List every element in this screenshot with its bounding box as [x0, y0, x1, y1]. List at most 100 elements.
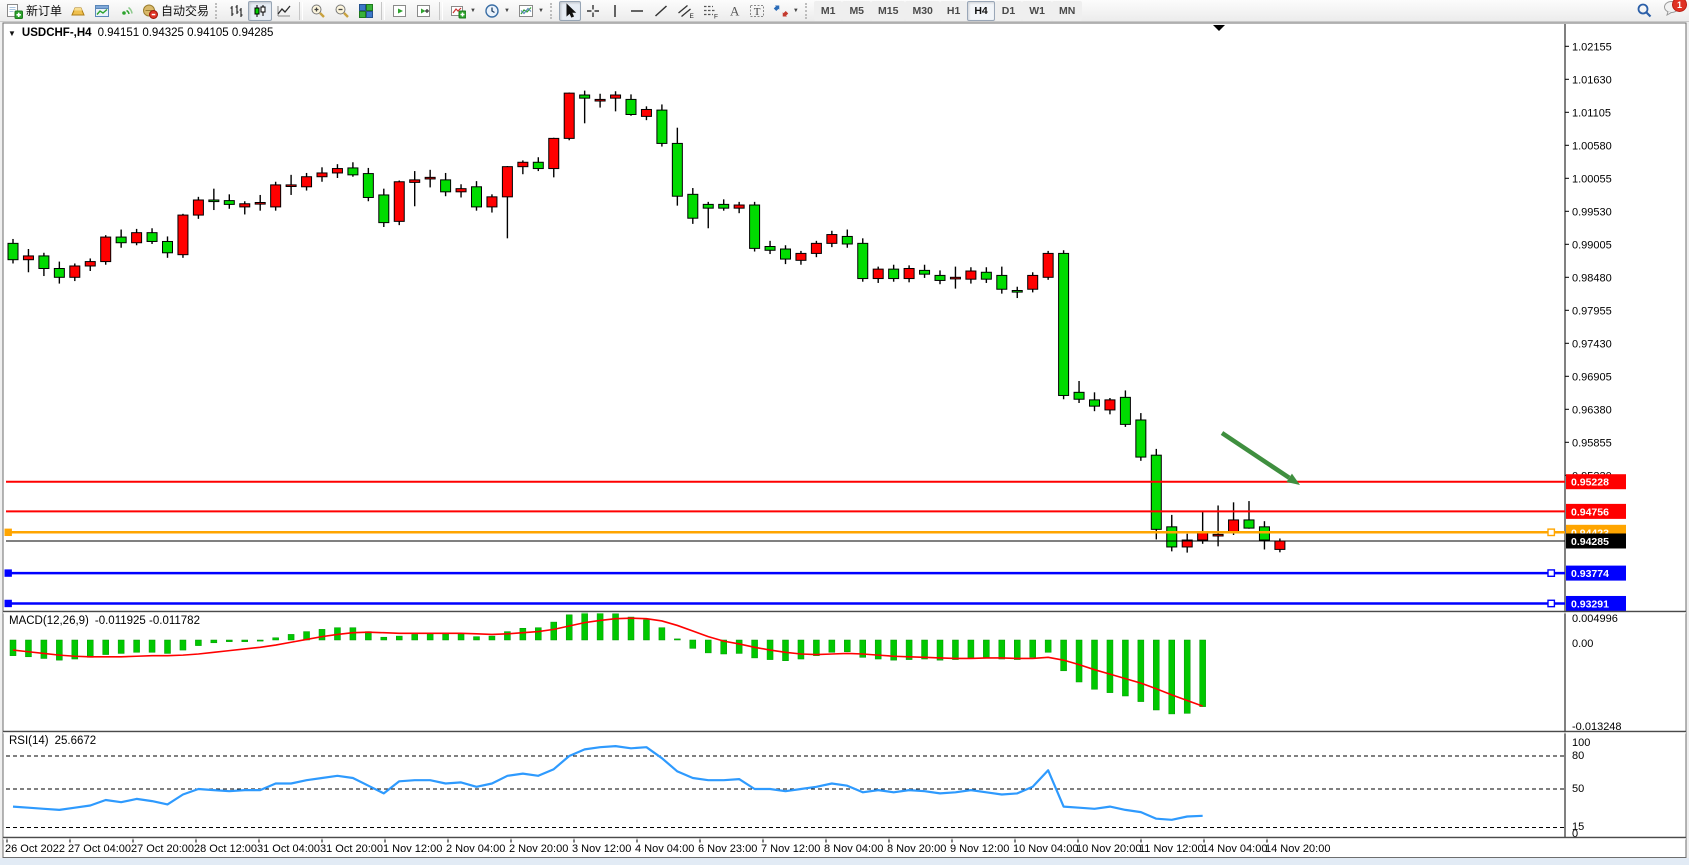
- svg-text:0.99530: 0.99530: [1572, 206, 1612, 218]
- bar-chart-button[interactable]: [224, 1, 248, 21]
- candle: [626, 99, 636, 114]
- candle: [1043, 253, 1053, 277]
- arrows-caret-icon[interactable]: ▼: [793, 8, 799, 14]
- equidistant-channel-button[interactable]: E: [673, 1, 698, 21]
- gold-button[interactable]: [66, 1, 90, 21]
- svg-text:0.93774: 0.93774: [1571, 568, 1609, 580]
- candle: [672, 143, 682, 196]
- timeframe-D1[interactable]: D1: [995, 1, 1022, 21]
- candle: [595, 99, 605, 101]
- timeframe-MN[interactable]: MN: [1052, 1, 1082, 21]
- templates-button[interactable]: ▼: [514, 1, 548, 21]
- timeframe-W1[interactable]: W1: [1022, 1, 1052, 21]
- open-chart-button[interactable]: [90, 1, 114, 21]
- candle: [765, 246, 775, 250]
- candle: [224, 201, 234, 205]
- candle: [379, 195, 389, 223]
- symbol-dropdown-icon[interactable]: ▼: [8, 29, 16, 38]
- candle: [8, 243, 18, 259]
- timeframe-M15[interactable]: M15: [871, 1, 905, 21]
- candle: [70, 266, 80, 277]
- candle: [873, 269, 883, 278]
- search-button[interactable]: [1632, 1, 1657, 21]
- bar-chart-icon: [228, 3, 244, 19]
- svg-text:10 Nov 04:00: 10 Nov 04:00: [1013, 843, 1078, 855]
- timeframe-M5[interactable]: M5: [842, 1, 871, 21]
- candle: [688, 194, 698, 218]
- candle: [472, 187, 482, 207]
- tile-windows-button[interactable]: [354, 1, 378, 21]
- candle: [935, 275, 945, 280]
- cursor-button[interactable]: [559, 1, 581, 21]
- candle: [1229, 520, 1239, 532]
- svg-text:0.94285: 0.94285: [1571, 536, 1609, 548]
- vertical-line-button[interactable]: [605, 1, 625, 21]
- ohlc-values: 0.94151 0.94325 0.94105 0.94285: [98, 27, 274, 39]
- zoom-out-button[interactable]: [330, 1, 354, 21]
- candle: [85, 262, 95, 266]
- timeframe-M30[interactable]: M30: [905, 1, 939, 21]
- svg-text:9 Nov 12:00: 9 Nov 12:00: [950, 843, 1009, 855]
- candle: [750, 205, 760, 248]
- candle: [332, 169, 342, 173]
- candle: [502, 167, 512, 197]
- notifications-button[interactable]: 1: [1663, 0, 1681, 21]
- trendline-button[interactable]: [649, 1, 673, 21]
- svg-text:3 Nov 12:00: 3 Nov 12:00: [572, 843, 631, 855]
- fibonacci-button[interactable]: F: [698, 1, 723, 21]
- candle: [178, 215, 188, 255]
- new-order-button[interactable]: 新订单: [2, 1, 66, 21]
- timeframe-M1[interactable]: M1: [814, 1, 843, 21]
- text-icon: A: [727, 3, 741, 19]
- crosshair-button[interactable]: [581, 1, 605, 21]
- line-chart-button[interactable]: [272, 1, 296, 21]
- chart-canvas[interactable]: 1.021551.016301.011051.005801.000550.995…: [0, 0, 1689, 865]
- candle: [23, 256, 33, 260]
- candle: [363, 174, 373, 198]
- candle: [487, 197, 497, 207]
- candle: [410, 180, 420, 183]
- candlestick-chart-button[interactable]: [248, 1, 272, 21]
- candle: [456, 189, 466, 192]
- periods-caret-icon[interactable]: ▼: [504, 8, 510, 14]
- indicators-button[interactable]: ▼: [446, 1, 480, 21]
- svg-text:27 Oct 20:00: 27 Oct 20:00: [131, 843, 194, 855]
- toolbar-separator: [299, 2, 303, 20]
- svg-text:100: 100: [1572, 737, 1590, 749]
- open-chart-icon: [94, 3, 110, 19]
- horizontal-line-button[interactable]: [625, 1, 649, 21]
- svg-text:0.00: 0.00: [1572, 638, 1593, 650]
- svg-text:31 Oct 04:00: 31 Oct 04:00: [257, 843, 320, 855]
- profile-step-button[interactable]: [412, 1, 436, 21]
- toolbar-grip: [805, 3, 810, 19]
- templates-icon: [518, 3, 534, 19]
- timeframe-H4[interactable]: H4: [967, 1, 994, 21]
- templates-caret-icon[interactable]: ▼: [538, 8, 544, 14]
- candle: [1167, 527, 1177, 547]
- svg-text:4 Nov 04:00: 4 Nov 04:00: [635, 843, 694, 855]
- arrows-button[interactable]: ▼: [769, 1, 803, 21]
- svg-text:0.94756: 0.94756: [1571, 506, 1609, 518]
- candle: [1012, 290, 1022, 292]
- candle: [193, 200, 203, 215]
- timeframe-H1[interactable]: H1: [940, 1, 967, 21]
- periods-button[interactable]: ▼: [480, 1, 514, 21]
- candle: [889, 269, 899, 278]
- autotrading-button[interactable]: 自动交易: [138, 1, 213, 21]
- signal-button[interactable]: [114, 1, 138, 21]
- profile-next-button[interactable]: [388, 1, 412, 21]
- text-button[interactable]: A: [723, 1, 745, 21]
- svg-text:0.95855: 0.95855: [1572, 437, 1612, 449]
- window-bottom-strip: [0, 858, 1689, 865]
- text-label-button[interactable]: T: [745, 1, 769, 21]
- toolbar-grip: [550, 3, 555, 19]
- line-chart-icon: [276, 3, 292, 19]
- candle: [1151, 455, 1161, 529]
- candle: [302, 177, 312, 187]
- notification-badge[interactable]: 1: [1672, 0, 1687, 12]
- candle: [842, 236, 852, 244]
- indicators-caret-icon[interactable]: ▼: [470, 8, 476, 14]
- zoom-in-button[interactable]: [306, 1, 330, 21]
- candle: [163, 241, 173, 252]
- svg-text:0.99005: 0.99005: [1572, 239, 1612, 251]
